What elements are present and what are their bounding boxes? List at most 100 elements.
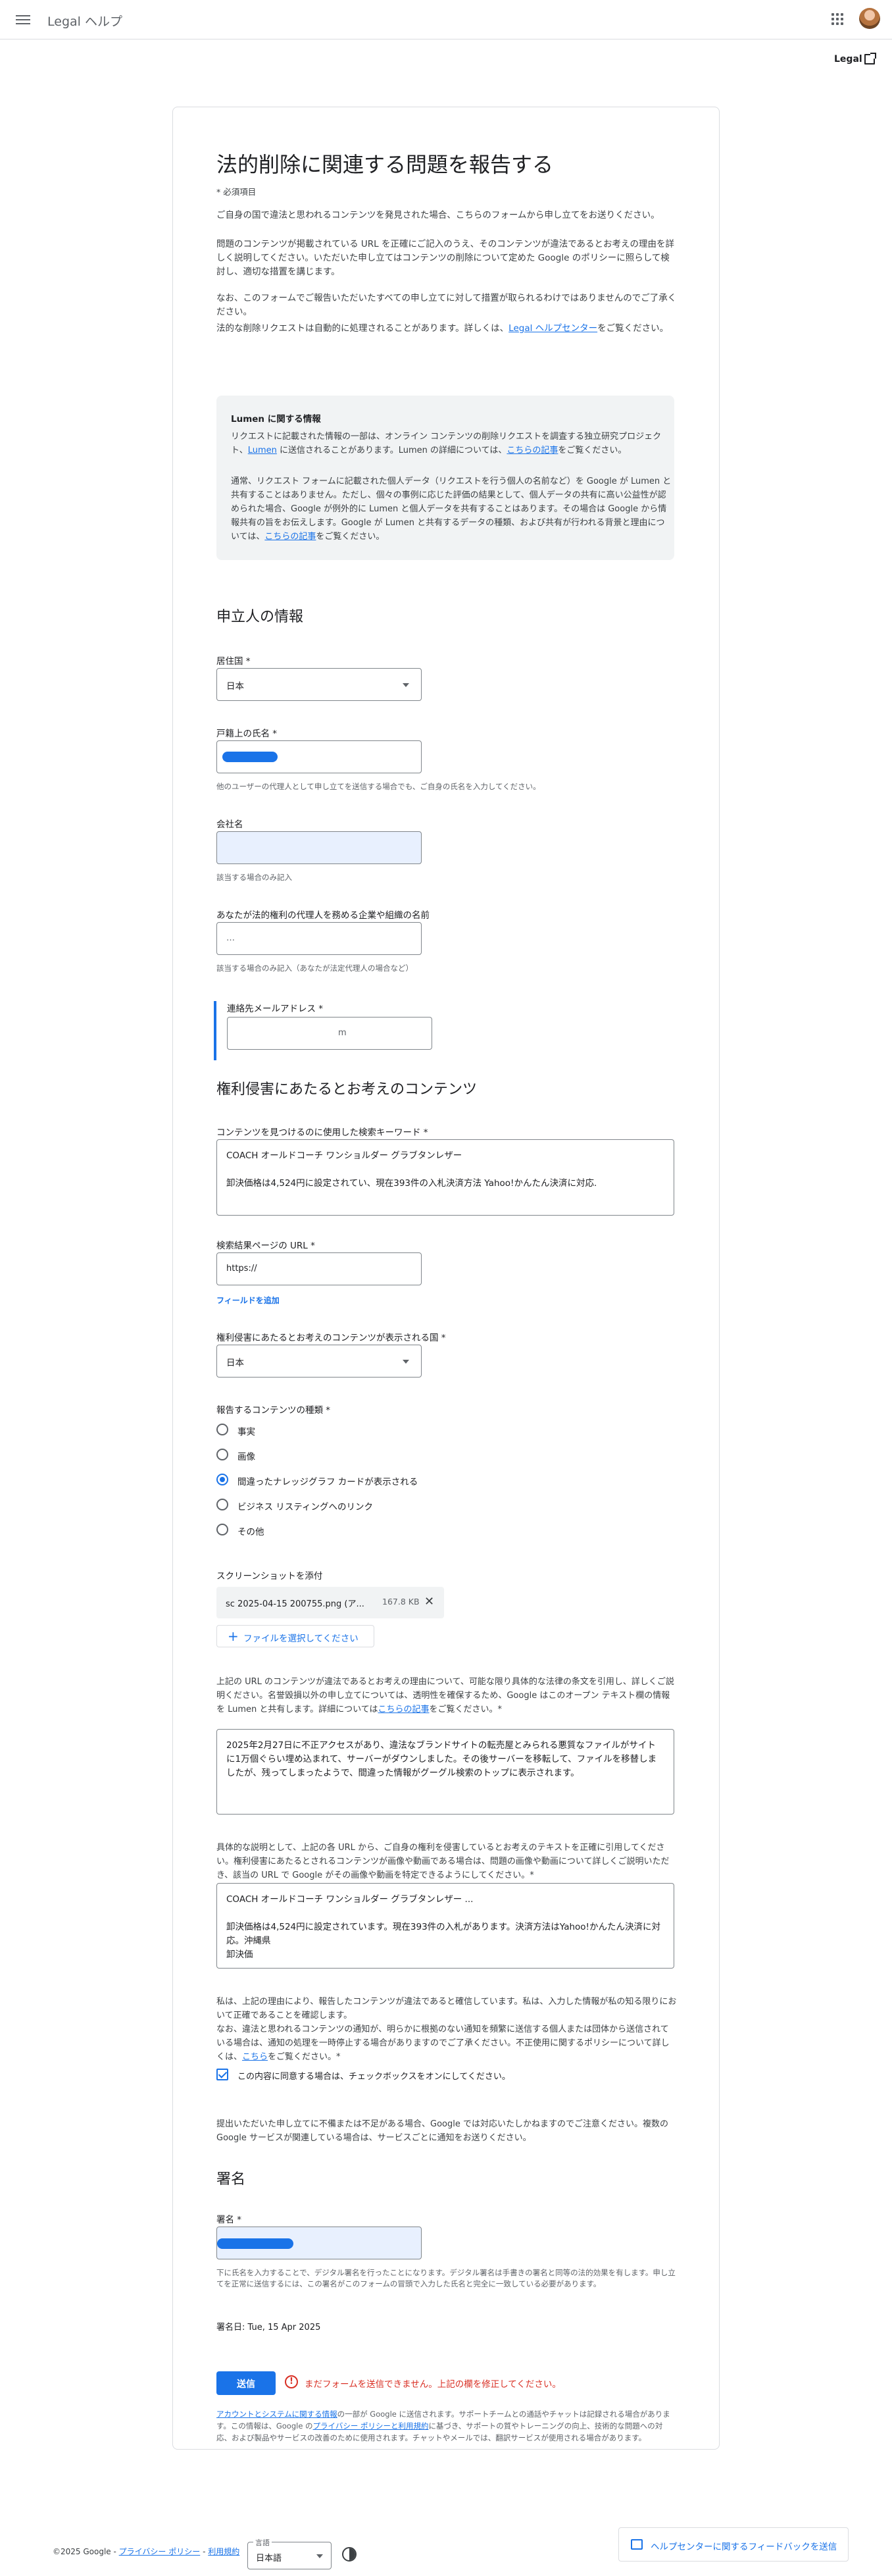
- lumen-info-box: Lumen に関する情報 リクエストに記載された情報の一部は、オンライン コンテ…: [216, 396, 674, 560]
- legal-help-center-link[interactable]: Legal ヘルプセンター: [508, 323, 597, 334]
- legal-name-label: 戸籍上の氏名 *: [216, 729, 278, 739]
- legal-home-link[interactable]: Legal: [834, 54, 862, 64]
- apps-grid-icon[interactable]: [831, 13, 843, 25]
- focus-indicator: [214, 1001, 216, 1060]
- keywords-label: コンテンツを見つけるのに使用した検索キーワード *: [216, 1127, 428, 1138]
- attached-file-size: 167.8 KB: [382, 1597, 420, 1607]
- error-icon: !: [285, 2375, 298, 2388]
- reason-label-suffix: をご覧ください。*: [429, 1705, 503, 1714]
- email-input[interactable]: m: [227, 1017, 432, 1050]
- country-label: 居住国 *: [216, 656, 251, 667]
- intro-auto-text: 法的な削除リクエストは自動的に処理されることがあります。詳しくは、: [216, 323, 509, 334]
- represented-org-help: 該当する場合のみ記入（あなたが法定代理人の場合など）: [216, 964, 413, 973]
- quote-value: COACH オールドコーチ ワンショルダー グラブタンレザー ... 卸決価格は…: [226, 1894, 660, 1960]
- radio-image-label[interactable]: 画像: [237, 1449, 255, 1462]
- add-field-link[interactable]: フィールドを追加: [216, 1295, 280, 1306]
- requester-section-heading: 申立人の情報: [216, 609, 304, 625]
- open-external-icon[interactable]: [864, 53, 876, 64]
- radio-other[interactable]: [216, 1524, 228, 1535]
- email-label: 連絡先メールアドレス *: [227, 1004, 324, 1014]
- help-center-feedback-button[interactable]: ヘルプセンターに関するフィードバックを送信: [618, 2527, 849, 2562]
- radio-knowledge-graph-label[interactable]: 間違ったナレッジグラフ カードが表示される: [237, 1474, 418, 1487]
- feedback-label: ヘルプセンターに関するフィードバックを送信: [651, 2542, 837, 2552]
- signature-section-heading: 署名: [216, 2171, 246, 2188]
- brand-title[interactable]: Legal ヘルプ: [47, 12, 122, 30]
- content-type-label: 報告するコンテンツの種類 *: [216, 1405, 331, 1416]
- radio-business-listing[interactable]: [216, 1499, 228, 1510]
- quote-textarea[interactable]: COACH オールドコーチ ワンショルダー グラブタンレザー ... 卸決価格は…: [216, 1883, 674, 1969]
- country-select[interactable]: 日本: [216, 668, 422, 701]
- choose-file-label: ファイルを選択してください: [243, 1634, 359, 1644]
- lumen-paragraph-1: リクエストに記載された情報の一部は、オンライン コンテンツの削除リクエストを調査…: [231, 430, 672, 457]
- company-help: 該当する場合のみ記入: [216, 873, 292, 882]
- privacy-policy-link[interactable]: プライバシー ポリシー: [119, 2547, 201, 2556]
- language-value: 日本語: [256, 2554, 282, 2563]
- lumen-article-link[interactable]: こちらの記事: [507, 446, 558, 455]
- submission-notice: 提出いただいた申し立てに不備または不足がある場合、Google では対応いたしか…: [216, 2119, 668, 2143]
- reason-value: 2025年2月27日に不正アクセスがあり、違法なブランドサイトの転売屋とみられる…: [226, 1740, 657, 1778]
- theme-toggle-icon[interactable]: [342, 2547, 357, 2562]
- signature-input[interactable]: [216, 2227, 422, 2259]
- reason-textarea[interactable]: 2025年2月27日に不正アクセスがあり、違法なブランドサイトの転売屋とみられる…: [216, 1729, 674, 1815]
- account-avatar[interactable]: [859, 8, 880, 29]
- url-input[interactable]: https://: [216, 1252, 422, 1285]
- copyright: ©2025 Google -: [53, 2547, 116, 2556]
- reason-article-link[interactable]: こちらの記事: [378, 1705, 429, 1714]
- quote-label: 具体的な説明として、上記の各 URL から、ご自身の権利を侵害しているとお考えの…: [216, 1843, 670, 1880]
- company-label: 会社名: [216, 819, 243, 830]
- redacted-signature: [217, 2238, 293, 2249]
- signed-date: 署名日: Tue, 15 Apr 2025: [216, 2323, 321, 2332]
- chevron-down-icon: [403, 1360, 409, 1364]
- radio-fact[interactable]: [216, 1424, 228, 1435]
- attached-file-chip: sc 2025-04-15 200755.png (ア... 167.8 KB …: [216, 1587, 444, 1618]
- footer-links: ©2025 Google - プライバシー ポリシー - 利用規約: [53, 2546, 239, 2557]
- agree-checkbox[interactable]: [216, 2069, 228, 2080]
- choose-file-button[interactable]: + ファイルを選択してください: [216, 1625, 374, 1647]
- signature-label: 署名 *: [216, 2215, 242, 2225]
- reason-label: 上記の URL のコンテンツが違法であるとお考えの理由について、可能な限り具体的…: [216, 1675, 677, 1716]
- legal-name-input[interactable]: [216, 740, 422, 773]
- keywords-textarea[interactable]: COACH オールドコーチ ワンショルダー グラブタンレザー 卸決価格は4,52…: [216, 1139, 674, 1216]
- declaration-suffix: をご覧ください。*: [268, 2052, 341, 2062]
- submit-button[interactable]: 送信: [216, 2371, 276, 2395]
- abuse-policy-link[interactable]: こちら: [242, 2052, 268, 2062]
- account-info-link[interactable]: アカウントとシステムに関する情報: [216, 2409, 337, 2419]
- chevron-down-icon: [316, 2554, 323, 2558]
- language-select[interactable]: 言語 日本語: [247, 2537, 332, 2569]
- page-title: 法的削除に関連する問題を報告する: [216, 152, 554, 177]
- represented-org-input[interactable]: …: [216, 922, 422, 955]
- intro-auto-paragraph: 法的な削除リクエストは自動的に処理されることがあります。詳しくは、Legal ヘ…: [216, 322, 677, 336]
- declaration-text: 私は、上記の理由により、報告したコンテンツが違法であると確信しています。私は、入…: [216, 1995, 677, 2064]
- radio-other-label[interactable]: その他: [237, 1524, 264, 1537]
- legal-name-help: 他のユーザーの代理人として申し立てを送信する場合でも、ご自身の氏名を入力してくだ…: [216, 782, 541, 791]
- menu-icon[interactable]: [16, 13, 30, 25]
- terms-link[interactable]: 利用規約: [208, 2547, 239, 2556]
- radio-fact-label[interactable]: 事実: [237, 1424, 255, 1437]
- radio-business-listing-label[interactable]: ビジネス リスティングへのリンク: [237, 1499, 373, 1512]
- radio-knowledge-graph[interactable]: [216, 1474, 228, 1485]
- shown-country-select[interactable]: 日本: [216, 1345, 422, 1378]
- form-card: 法的削除に関連する問題を報告する * 必須項目 ご自身の国で違法と思われるコンテ…: [172, 107, 720, 2450]
- intro-paragraph-1: ご自身の国で違法と思われるコンテンツを発見された場合、こちらのフォームから申し立…: [216, 210, 660, 220]
- lumen-link[interactable]: Lumen: [248, 446, 277, 455]
- email-value: m: [338, 1028, 347, 1038]
- intro-paragraph-3: なお、このフォームでご報告いただいたすべての申し立てに対して措置が取られるわけで…: [216, 293, 677, 317]
- keywords-value: COACH オールドコーチ ワンショルダー グラブタンレザー 卸決価格は4,52…: [226, 1150, 597, 1189]
- lumen-p1-mid: に送信されることがあります。Lumen の詳細については、: [276, 446, 507, 455]
- lumen-p2-suffix: をご覧ください。: [316, 532, 385, 542]
- url-value: https://: [226, 1264, 257, 1274]
- data-notice: アカウントとシステムに関する情報の一部が Google に送信されます。サポート…: [216, 2408, 677, 2444]
- footer-separator: -: [203, 2547, 206, 2556]
- intro-auto-suffix: をご覧ください。: [597, 323, 669, 334]
- shown-country-label: 権利侵害にあたるとお考えのコンテンツが表示される国 *: [216, 1333, 446, 1343]
- company-input[interactable]: [216, 831, 422, 864]
- lumen-heading: Lumen に関する情報: [231, 414, 321, 425]
- privacy-terms-link[interactable]: プライバシー ポリシーと利用規約: [313, 2421, 429, 2431]
- remove-file-icon[interactable]: ✕: [424, 1595, 434, 1609]
- signature-help: 下に氏名を入力することで、デジタル署名を行ったことになります。デジタル署名は手書…: [216, 2268, 676, 2288]
- agree-label[interactable]: この内容に同意する場合は、チェックボックスをオンにしてください。: [237, 2069, 510, 2082]
- lumen-data-article-link[interactable]: こちらの記事: [264, 532, 316, 542]
- intro-paragraph-2: 問題のコンテンツが掲載されている URL を正確にご記入のうえ、そのコンテンツが…: [216, 239, 675, 277]
- required-note: * 必須項目: [216, 187, 257, 197]
- radio-image[interactable]: [216, 1449, 228, 1460]
